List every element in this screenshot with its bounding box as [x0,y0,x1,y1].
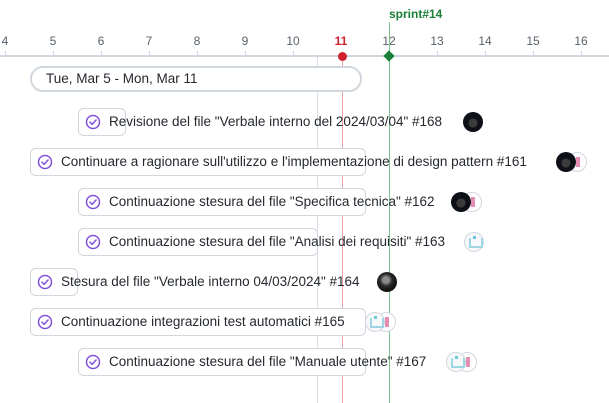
roadmap-item[interactable]: Stesura del file "Verbale interno 04/03/… [30,268,450,296]
assignee-avatar[interactable] [451,192,471,212]
axis-tick [245,51,246,55]
roadmap-item[interactable]: Continuare a ragionare sull'utilizzo e l… [30,148,609,176]
axis-tick [485,51,486,55]
check-circle-icon [37,274,53,290]
assignee-avatar[interactable] [464,232,484,252]
day-label: 9 [241,34,249,48]
check-circle-icon [85,114,101,130]
date-range-group[interactable]: Tue, Mar 5 - Mon, Mar 11 [30,66,362,92]
axis-tick [101,51,102,55]
assignee-avatar[interactable] [556,152,576,172]
day-label: 13 [430,34,444,48]
axis-tick [581,51,582,55]
check-circle-icon [37,314,53,330]
day-label: 5 [49,34,57,48]
sprint-marker-label[interactable]: sprint#14 [389,7,442,21]
item-title[interactable]: Continuare a ragionare sull'utilizzo e l… [61,148,527,176]
day-label: 6 [97,34,105,48]
today-day-label: 11 [334,34,348,48]
axis-tick [197,51,198,55]
item-title[interactable]: Continuazione stesura del file "Manuale … [109,348,426,376]
day-label: 8 [193,34,201,48]
day-label: 10 [286,34,300,48]
item-title[interactable]: Continuazione integrazioni test automati… [61,308,345,336]
check-circle-icon [85,194,101,210]
roadmap-item[interactable]: Continuazione stesura del file "Specific… [78,188,498,216]
day-label: 7 [145,34,153,48]
roadmap-item[interactable]: Continuazione integrazioni test automati… [30,308,450,336]
assignee-avatar[interactable] [446,352,466,372]
assignee-avatar[interactable] [463,112,483,132]
assignee-avatar[interactable] [365,312,385,332]
day-label: 15 [526,34,540,48]
roadmap-item[interactable]: Continuazione stesura del file "Analisi … [78,228,498,256]
axis-tick [437,51,438,55]
day-label: 16 [574,34,588,48]
timeline-header: 4 5 6 7 8 9 10 11 12 13 14 15 16 sprint#… [0,0,609,57]
day-label: 4 [1,34,9,48]
roadmap-item[interactable]: Continuazione stesura del file "Manuale … [78,348,498,376]
item-title[interactable]: Continuazione stesura del file "Specific… [109,188,435,216]
item-title[interactable]: Stesura del file "Verbale interno 04/03/… [61,268,360,296]
item-title[interactable]: Revisione del file "Verbale interno del … [109,108,442,136]
check-circle-icon [85,234,101,250]
timeline-axis [0,55,609,57]
check-circle-icon [37,154,53,170]
axis-tick [5,51,6,55]
axis-tick [293,51,294,55]
axis-tick [533,51,534,55]
check-circle-icon [85,354,101,370]
item-title[interactable]: Continuazione stesura del file "Analisi … [109,228,445,256]
axis-tick [53,51,54,55]
assignee-avatar[interactable] [377,272,397,292]
roadmap-item[interactable]: Revisione del file "Verbale interno del … [78,108,498,136]
axis-tick [149,51,150,55]
today-marker-dot [338,52,347,61]
day-label: 14 [478,34,492,48]
